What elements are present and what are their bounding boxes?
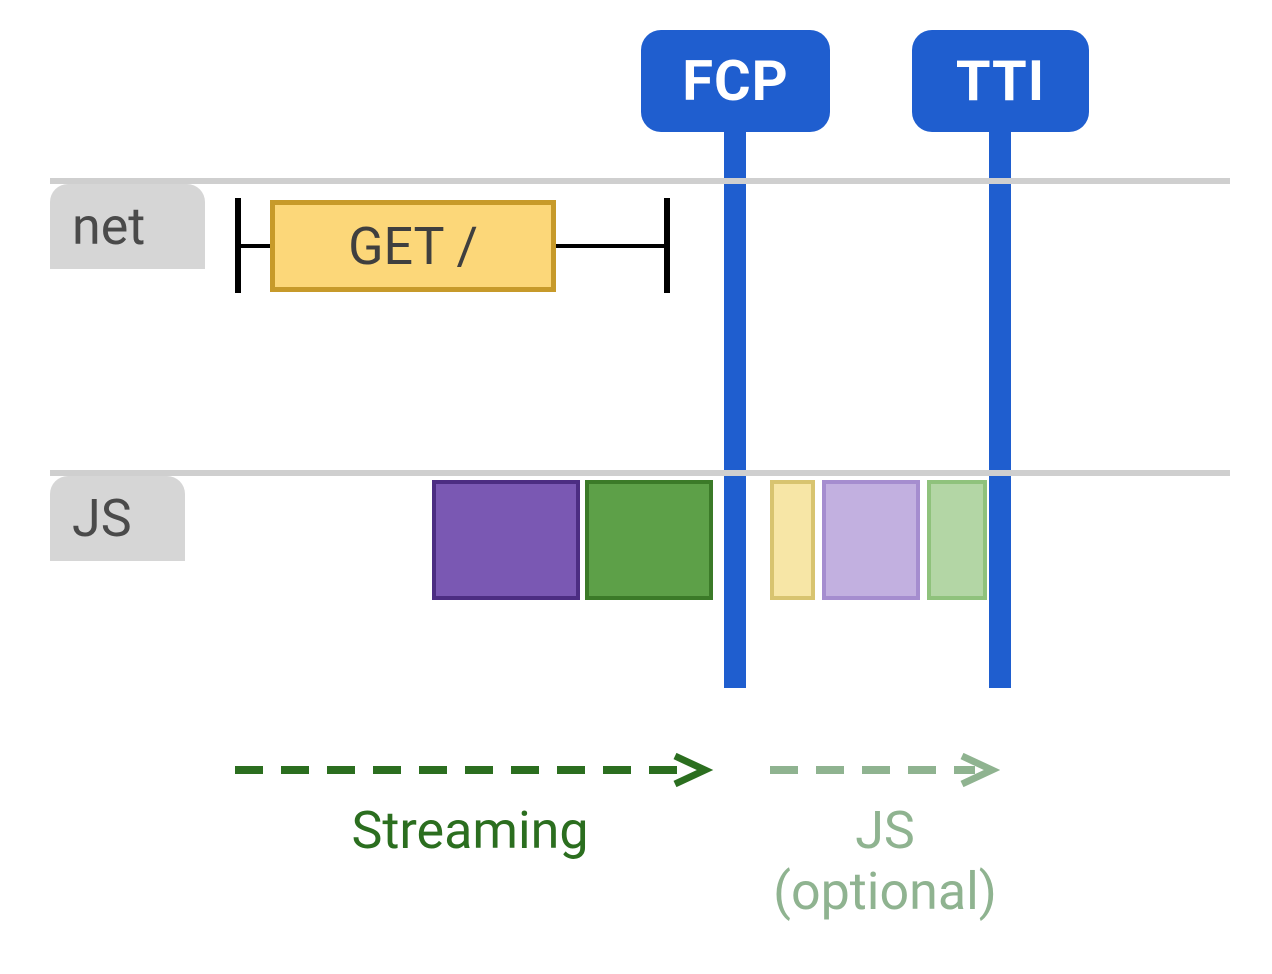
tti-marker-line [989,128,1011,688]
js-block-green [585,480,713,600]
fcp-marker-pill: FCP [641,30,830,132]
streaming-arrow [235,750,715,790]
js-block-purple-faded [822,480,920,600]
timeline-diagram: FCP TTI net GET / JS Streaming J [0,0,1272,974]
js-block-yellow-faded [770,480,815,600]
net-whisker-right-cap [664,198,670,293]
streaming-phase-label: Streaming [300,800,640,861]
fcp-marker-line [724,128,746,688]
js-optional-arrow [770,750,1000,790]
net-request-box: GET / [270,200,556,292]
js-lane-rule [50,470,1230,476]
net-request-label: GET / [348,216,478,277]
js-block-purple [432,480,580,600]
net-lane-label: net [50,184,205,269]
net-whisker-stem-left [241,244,271,248]
js-lane-label: JS [50,476,185,561]
net-whisker-stem-right [556,244,664,248]
js-optional-phase-label: JS (optional) [770,800,1000,922]
tti-label: TTI [956,48,1045,114]
js-block-green-faded [927,480,987,600]
fcp-label: FCP [682,48,788,114]
net-lane-rule [50,178,1230,184]
tti-marker-pill: TTI [912,30,1089,132]
